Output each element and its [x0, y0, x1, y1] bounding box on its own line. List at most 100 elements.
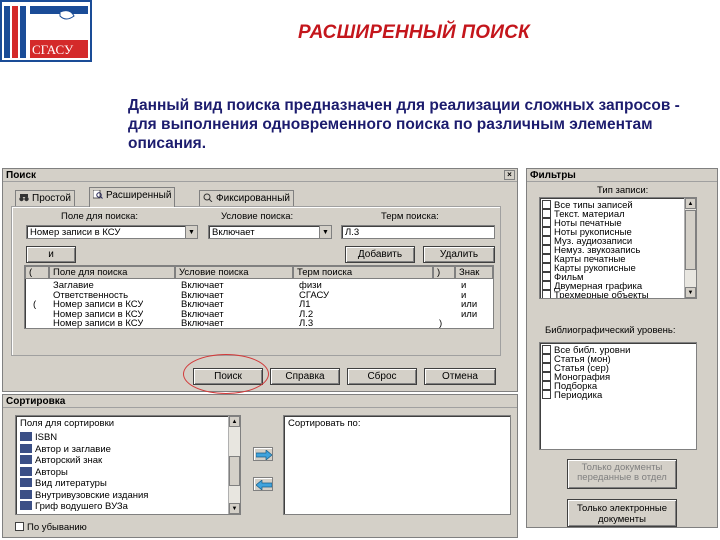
record-type-list[interactable]: Все типы записей Текст. материал Ноты печа…	[539, 197, 697, 299]
table-cell-field[interactable]: Номер записи в КСУ	[53, 310, 143, 320]
bib-level-label: Библиографический уровень:	[545, 325, 676, 336]
table-cell-op[interactable]: и	[461, 281, 466, 291]
checkbox-label: Трехмерные объекты	[554, 290, 649, 299]
checkbox[interactable]	[542, 263, 551, 272]
checkbox[interactable]	[542, 372, 551, 381]
term-input[interactable]: Л.3	[341, 225, 495, 239]
tab-simple[interactable]: Простой	[15, 190, 75, 206]
checkbox[interactable]	[542, 254, 551, 263]
list-item-label: Внутривузовские издания	[35, 489, 149, 501]
scroll-up-icon[interactable]: ▲	[685, 198, 696, 209]
checkbox[interactable]	[542, 209, 551, 218]
checkbox[interactable]	[15, 522, 24, 531]
condition-select[interactable]: Включает ▼	[208, 225, 332, 239]
checkbox[interactable]	[542, 236, 551, 245]
search-icon	[92, 189, 103, 199]
close-icon[interactable]: ×	[504, 170, 515, 180]
table-cell-op[interactable]: или	[461, 300, 477, 310]
list-item[interactable]: Авторы	[20, 466, 68, 478]
list-item[interactable]: Авторский знак	[20, 455, 102, 466]
table-cell-term[interactable]: СГАСУ	[299, 291, 329, 301]
checkbox[interactable]	[542, 354, 551, 363]
table-cell-close[interactable]: )	[439, 319, 442, 328]
remove-sort-field-button[interactable]	[253, 477, 273, 491]
table-cell-open[interactable]: (	[33, 300, 36, 310]
table-cell-field[interactable]: Ответственность	[53, 291, 128, 301]
table-cell-term[interactable]: Л1	[299, 300, 311, 310]
table-cell-field[interactable]: Номер записи в КСУ	[53, 300, 143, 310]
checkbox[interactable]	[542, 227, 551, 236]
table-cell-condition[interactable]: Включает	[181, 319, 224, 328]
sort-fields-list[interactable]: Поля для сортировки ISBN Автор и заглавие…	[15, 415, 241, 515]
sgasu-logo: СГАСУ	[0, 0, 92, 62]
checkbox[interactable]	[542, 200, 551, 209]
docs-in-stock-button[interactable]: Только документы переданные в отдел	[567, 459, 677, 489]
electronic-only-button[interactable]: Только электронные документы	[567, 499, 677, 527]
table-cell-condition[interactable]: Включает	[181, 310, 224, 320]
checkbox-item[interactable]: Периодика	[542, 390, 602, 401]
list-item[interactable]: Автор и заглавие	[20, 443, 111, 455]
checkbox[interactable]	[542, 290, 551, 298]
col-header-open[interactable]: (	[25, 266, 49, 279]
list-item[interactable]: Внутривузовские издания	[20, 489, 149, 501]
search-field-select[interactable]: Номер записи в КСУ ▼	[26, 225, 198, 239]
add-sort-field-button[interactable]	[253, 447, 273, 461]
table-cell-term[interactable]: физи	[299, 281, 322, 291]
checkbox[interactable]	[542, 345, 551, 354]
table-cell-op[interactable]: или	[461, 310, 477, 320]
col-header-field[interactable]: Поле для поиска	[49, 266, 175, 279]
table-cell-term[interactable]: Л.2	[299, 310, 313, 320]
list-item-label: ISBN	[35, 432, 58, 443]
table-cell-term[interactable]: Л.3	[299, 319, 313, 328]
field-tag-icon	[20, 455, 32, 464]
list-item[interactable]: Вид литературы	[20, 478, 107, 489]
add-button[interactable]: Добавить	[345, 246, 415, 263]
scroll-thumb[interactable]	[229, 456, 240, 486]
sort-window: Сортировка Поля для сортировки ISBN Автор…	[2, 394, 518, 538]
scrollbar[interactable]: ▲ ▼	[228, 416, 240, 514]
scroll-down-icon[interactable]: ▼	[229, 503, 240, 514]
table-cell-condition[interactable]: Включает	[181, 300, 224, 310]
conditions-table[interactable]: ( Поле для поиска Условие поиска Терм по…	[24, 265, 494, 329]
bib-level-list[interactable]: Все библ. уровни Статья (мон) Статья (сер)…	[539, 342, 697, 450]
table-cell-condition[interactable]: Включает	[181, 281, 224, 291]
checkbox-item[interactable]: Трехмерные объекты	[542, 290, 649, 299]
list-item[interactable]: ISBN	[20, 432, 57, 443]
sort-by-list[interactable]: Сортировать по:	[283, 415, 511, 515]
reset-button[interactable]: Сброс	[347, 368, 417, 385]
delete-button[interactable]: Удалить	[423, 246, 495, 263]
field-tag-icon	[20, 489, 32, 499]
field-tag-icon	[20, 501, 32, 510]
table-cell-field[interactable]: Заглавие	[53, 281, 94, 291]
cancel-button[interactable]: Отмена	[424, 368, 496, 385]
chevron-down-icon: ▼	[319, 226, 331, 238]
checkbox[interactable]	[542, 281, 551, 290]
checkbox[interactable]	[542, 390, 551, 399]
table-cell-op[interactable]: и	[461, 291, 466, 301]
checkbox[interactable]	[542, 272, 551, 281]
checkbox[interactable]	[542, 381, 551, 390]
checkbox[interactable]	[542, 218, 551, 227]
col-header-op[interactable]: Знак	[455, 266, 493, 279]
checkbox[interactable]	[542, 245, 551, 254]
help-button[interactable]: Справка	[270, 368, 340, 385]
scroll-thumb[interactable]	[685, 210, 696, 270]
sort-fields-label: Поля для сортировки	[20, 418, 115, 429]
col-header-term[interactable]: Терм поиска	[293, 266, 433, 279]
tab-fixed[interactable]: Фиксированный	[199, 190, 294, 206]
scroll-down-icon[interactable]: ▼	[685, 287, 696, 298]
list-item[interactable]: Гриф водушего ВУЗа	[20, 501, 128, 512]
scrollbar[interactable]: ▲ ▼	[684, 198, 696, 298]
table-cell-field[interactable]: Номер записи в КСУ	[53, 319, 143, 328]
checkbox[interactable]	[542, 363, 551, 372]
descending-checkbox[interactable]: По убыванию	[15, 522, 87, 533]
search-window-titlebar: Поиск ×	[3, 169, 517, 182]
col-header-close[interactable]: )	[433, 266, 455, 279]
filters-window-title: Фильтры	[530, 170, 576, 181]
tab-advanced[interactable]: Расширенный	[89, 187, 176, 207]
list-item-label: Авторский знак	[35, 455, 103, 466]
logic-operator-button[interactable]: и	[26, 246, 76, 263]
scroll-up-icon[interactable]: ▲	[229, 416, 240, 427]
col-header-condition[interactable]: Условие поиска	[175, 266, 293, 279]
table-cell-condition[interactable]: Включает	[181, 291, 224, 301]
